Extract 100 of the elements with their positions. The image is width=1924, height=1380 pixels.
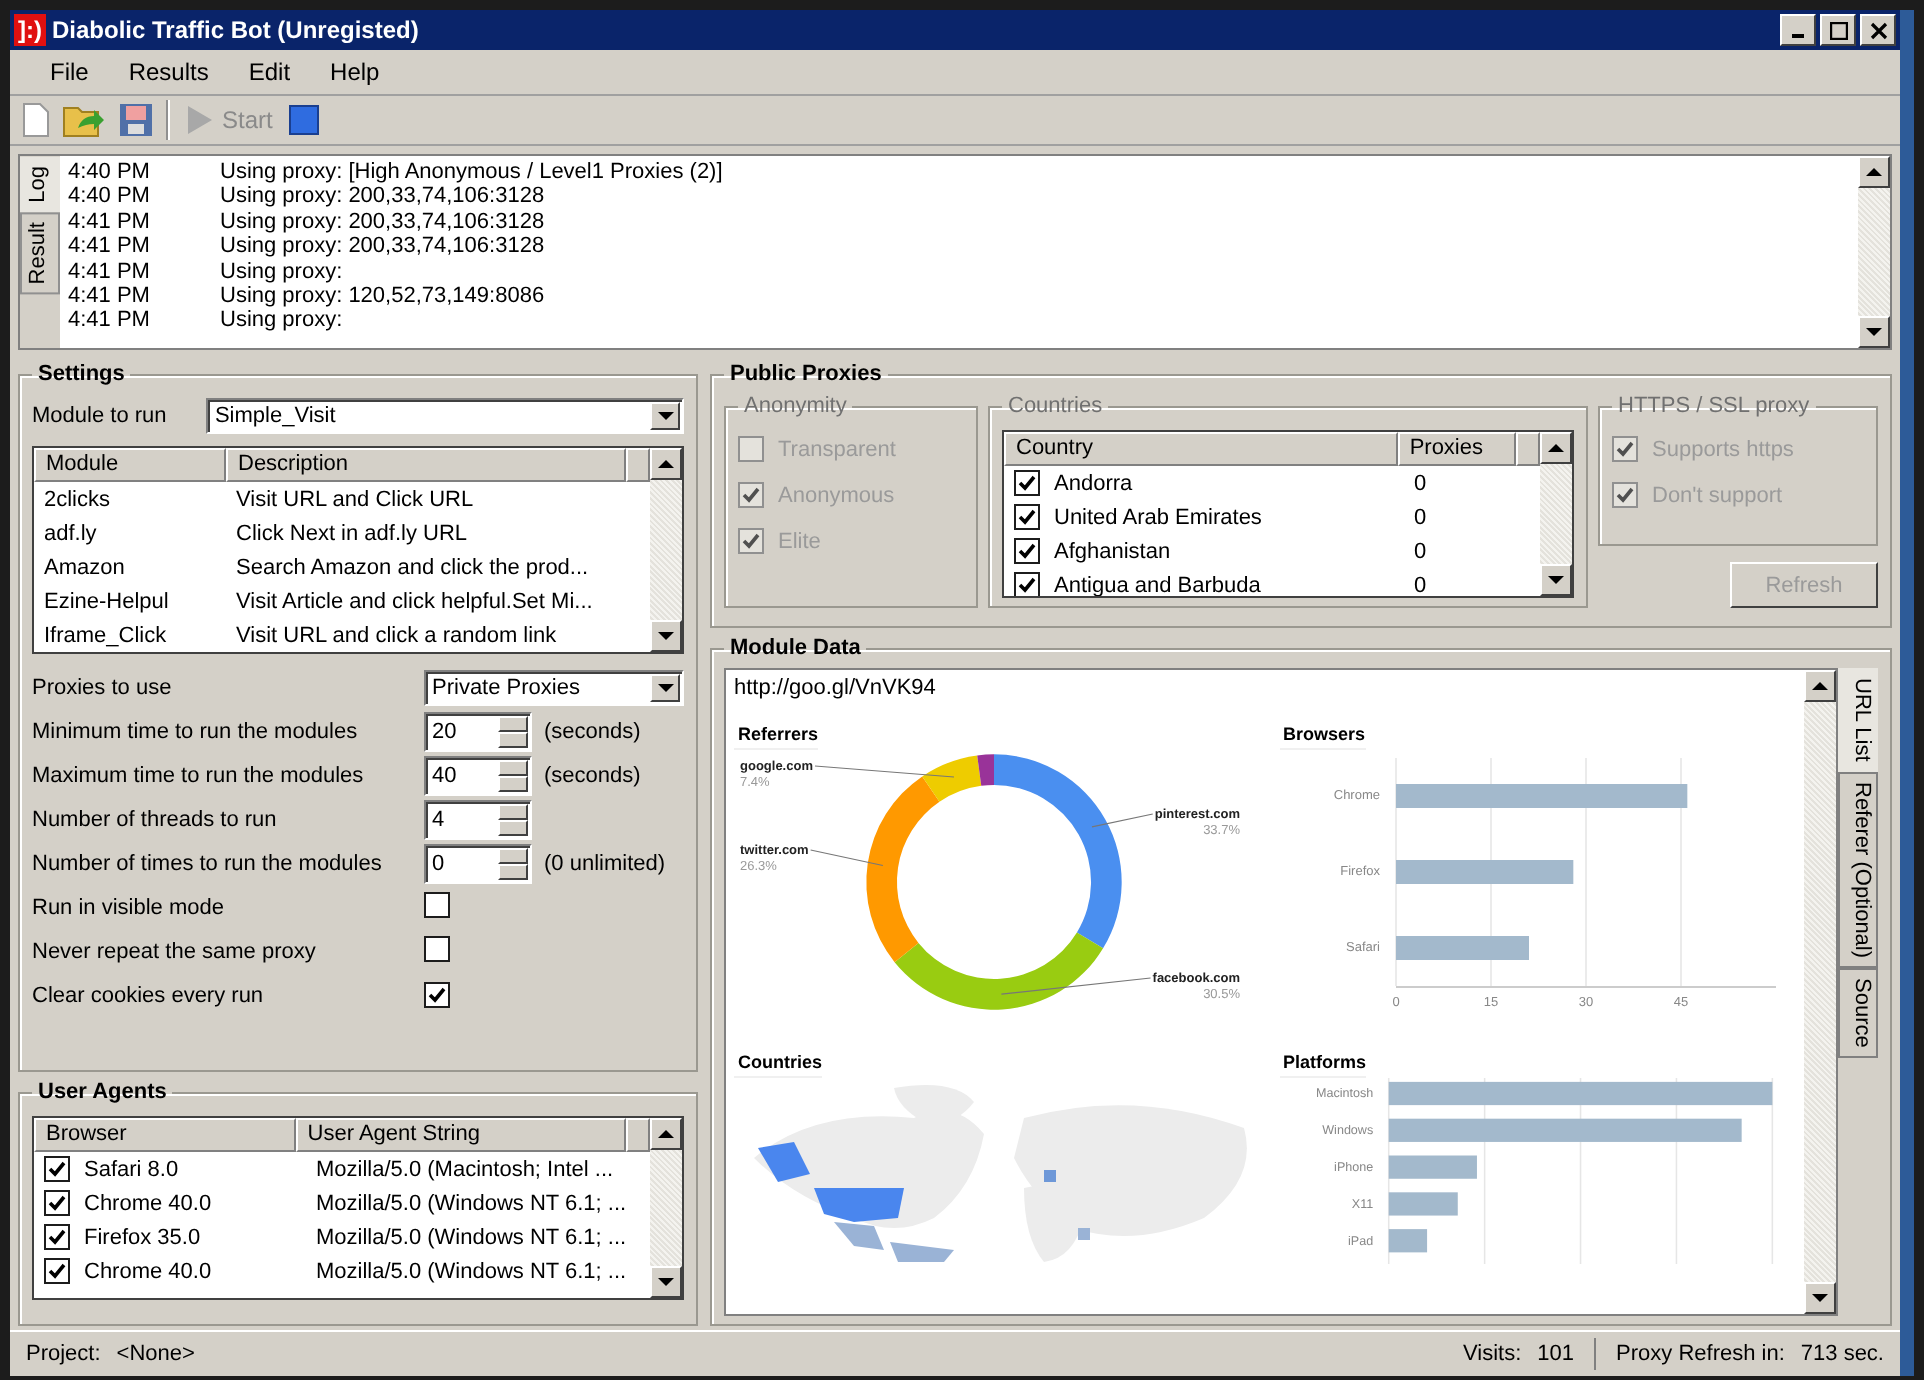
table-cell: Chrome 40.0 [84, 1191, 212, 1215]
checkbox[interactable] [1014, 538, 1040, 564]
dropdown-button[interactable] [650, 402, 680, 430]
spin-buttons[interactable] [498, 716, 528, 748]
list-row[interactable]: Chrome 40.0 Mozilla/5.0 (Windows NT 6.1; ... [34, 1254, 650, 1288]
scrollbar[interactable] [650, 1118, 682, 1298]
checkbox-label: Don't support [1652, 483, 1783, 507]
table-cell-text: 0 [1412, 505, 1429, 529]
scrollbar[interactable] [650, 448, 682, 652]
checkbox[interactable] [1014, 504, 1040, 530]
log-time: 4:41 PM [68, 259, 152, 285]
checkbox[interactable] [424, 892, 450, 918]
menu-item[interactable]: File [30, 54, 109, 90]
scrollbar[interactable] [1540, 432, 1572, 596]
list-row[interactable]: Chrome 40.0 Mozilla/5.0 (Windows NT 6.1; ... [34, 1186, 650, 1220]
number-field[interactable]: 0 [424, 844, 532, 884]
table-cell-text: 0 [1412, 573, 1429, 596]
list-row[interactable]: Safari 8.0 Mozilla/5.0 (Macintosh; Intel ... [34, 1152, 650, 1186]
close-icon [1869, 21, 1887, 39]
checkbox[interactable] [44, 1156, 70, 1182]
scroll-up-button[interactable] [650, 448, 682, 480]
list-row[interactable]: Iframe_Click Visit URL and click a random link [34, 618, 650, 652]
scrollbar[interactable] [1858, 156, 1890, 348]
spin-buttons[interactable] [498, 760, 528, 792]
number-field[interactable]: 40 [424, 756, 532, 796]
checkbox[interactable] [1014, 572, 1040, 596]
column-header[interactable]: Country [1004, 432, 1398, 466]
list-row[interactable]: Andorra 0 [1004, 466, 1540, 500]
checkbox[interactable] [1014, 470, 1040, 496]
spin-buttons[interactable] [498, 848, 528, 880]
list-row[interactable]: Ezine-Helpul Visit Article and click helpful.Set Mi... [34, 584, 650, 618]
table-cell: Andorra [1054, 471, 1133, 495]
log-time: 4:41 PM [68, 284, 152, 309]
scroll-up-button[interactable] [650, 1118, 682, 1150]
scrollbar[interactable] [1804, 670, 1836, 1314]
log-message: Using proxy: [220, 308, 343, 334]
tab[interactable]: Result [20, 212, 60, 296]
table-cell-text: adf.ly [42, 521, 99, 545]
tab[interactable]: Source [1838, 967, 1878, 1058]
column-header[interactable]: Description [226, 448, 626, 482]
scroll-down-button[interactable] [1540, 564, 1572, 596]
list-row[interactable]: United Arab Emirates 0 [1004, 500, 1540, 534]
checkbox[interactable] [44, 1258, 70, 1284]
table-cell-text: Mozilla/5.0 (Macintosh; Intel ... [314, 1157, 616, 1181]
proxies-dropdown[interactable]: Private Proxies [424, 670, 684, 706]
list-row[interactable]: 2clicks Visit URL and Click URL [34, 482, 650, 516]
group-title: Module Data [728, 636, 863, 660]
url-text: http://goo.gl/VnVK94 [734, 676, 938, 704]
table-cell: United Arab Emirates [1054, 505, 1262, 529]
checkbox[interactable] [424, 982, 450, 1008]
column-header[interactable]: User Agent String [295, 1118, 626, 1152]
new-file-icon[interactable] [22, 102, 50, 138]
close-button[interactable] [1860, 14, 1896, 46]
number-field[interactable]: 4 [424, 800, 532, 840]
module-dropdown[interactable]: Simple_Visit [206, 398, 684, 434]
list-row[interactable]: Firefox 35.0 Mozilla/5.0 (Windows NT 6.1; ... [34, 1220, 650, 1254]
tab[interactable]: Log [20, 156, 60, 213]
scroll-down-button[interactable] [1858, 316, 1890, 348]
menu-item[interactable]: Results [108, 54, 229, 90]
scroll-up-button[interactable] [1858, 156, 1890, 188]
bar [1395, 936, 1528, 960]
checkbox[interactable] [44, 1190, 70, 1216]
table-cell-text: Amazon [42, 555, 127, 579]
column-header[interactable]: Proxies [1397, 432, 1516, 466]
log-message: Using proxy: [220, 259, 343, 285]
log-time: 4:41 PM [68, 308, 152, 334]
list-row[interactable]: adf.ly Click Next in adf.ly URL [34, 516, 650, 550]
checkbox-label: Elite [778, 529, 821, 553]
column-header[interactable]: Browser [34, 1118, 296, 1152]
log-message: Using proxy: 120,52,73,149:8086 [220, 284, 545, 309]
scroll-down-button[interactable] [650, 1266, 682, 1298]
table-cell-text: 0 [1412, 471, 1429, 495]
unit-label: (seconds) [544, 720, 641, 744]
spin-buttons[interactable] [498, 804, 528, 836]
maximize-button[interactable] [1820, 14, 1856, 46]
scroll-down-button[interactable] [1804, 1282, 1836, 1314]
leader-line [810, 849, 884, 867]
dropdown-button[interactable] [650, 674, 680, 702]
minimize-button[interactable] [1780, 14, 1816, 46]
log-time: 4:41 PM [68, 234, 152, 260]
menu-item[interactable]: Help [310, 54, 400, 90]
scroll-up-button[interactable] [1540, 432, 1572, 464]
group-title: Anonymity [742, 394, 849, 418]
play-icon [186, 104, 214, 136]
column-header[interactable]: Module [34, 448, 226, 482]
menu-item[interactable]: Edit [228, 54, 311, 90]
log-message: Using proxy: 200,33,74,106:3128 [220, 184, 545, 210]
tab[interactable]: URL List [1838, 668, 1878, 772]
checkbox[interactable] [44, 1224, 70, 1250]
list-row[interactable]: Amazon Search Amazon and click the prod... [34, 550, 650, 584]
stop-icon[interactable] [288, 104, 321, 136]
scroll-up-button[interactable] [1804, 670, 1836, 702]
list-row[interactable]: Antigua and Barbuda 0 [1004, 568, 1540, 596]
table-cell-text: Mozilla/5.0 (Windows NT 6.1; ... [314, 1225, 629, 1249]
tab[interactable]: Referer (Optional) [1838, 771, 1878, 968]
number-field[interactable]: 20 [424, 712, 532, 752]
table-cell: Antigua and Barbuda [1054, 573, 1261, 596]
list-row[interactable]: Afghanistan 0 [1004, 534, 1540, 568]
checkbox[interactable] [424, 936, 450, 962]
scroll-down-button[interactable] [650, 620, 682, 652]
